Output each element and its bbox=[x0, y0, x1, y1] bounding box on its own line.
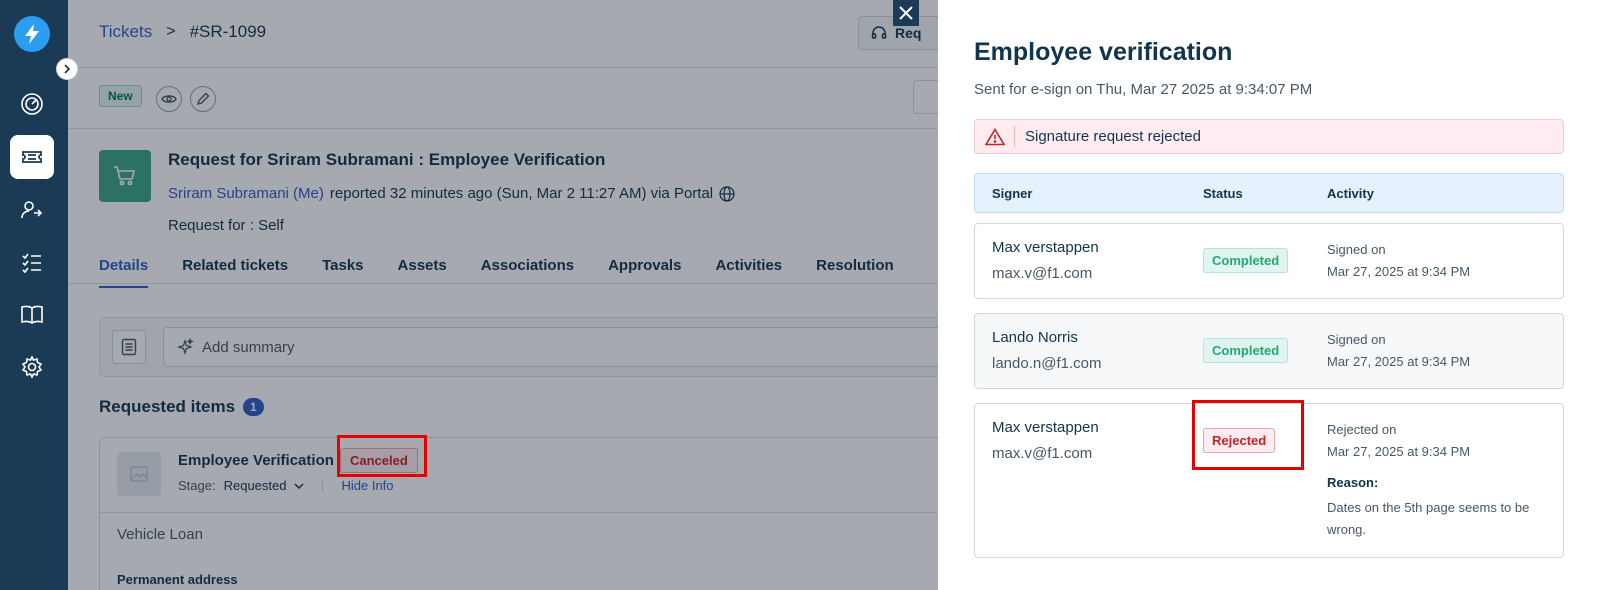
activity-label: Signed on bbox=[1327, 332, 1386, 347]
book-icon[interactable] bbox=[10, 292, 54, 336]
table-row: Max verstappen max.v@f1.com Completed Si… bbox=[974, 223, 1564, 299]
drawer-subtitle: Sent for e-sign on Thu, Mar 27 2025 at 9… bbox=[974, 81, 1313, 98]
dashboard-icon[interactable] bbox=[10, 82, 54, 126]
signer-email: lando.n@f1.com bbox=[992, 355, 1102, 372]
column-activity: Activity bbox=[1327, 186, 1374, 201]
close-icon[interactable] bbox=[893, 0, 919, 26]
column-status: Status bbox=[1203, 186, 1243, 201]
signers-table-header: Signer Status Activity bbox=[974, 173, 1564, 213]
signer-name: Max verstappen bbox=[992, 239, 1099, 256]
activity-date: Mar 27, 2025 at 9:34 PM bbox=[1327, 354, 1471, 369]
signer-name: Max verstappen bbox=[992, 419, 1099, 436]
left-sidebar bbox=[0, 0, 68, 590]
reason-text: Dates on the 5th page seems to be wrong. bbox=[1327, 500, 1530, 537]
chevron-right-icon bbox=[64, 64, 71, 74]
activity-label: Signed on bbox=[1327, 242, 1386, 257]
modal-backdrop[interactable] bbox=[68, 0, 938, 590]
gear-icon[interactable] bbox=[10, 345, 54, 389]
signer-email: max.v@f1.com bbox=[992, 445, 1093, 462]
activity-label: Rejected on bbox=[1327, 422, 1397, 437]
status-badge: Completed bbox=[1203, 338, 1289, 363]
reason-label: Reason: bbox=[1327, 475, 1379, 490]
esign-drawer: Employee verification Sent for e-sign on… bbox=[938, 0, 1600, 590]
lightning-logo-icon[interactable] bbox=[14, 16, 50, 52]
checklist-icon[interactable] bbox=[10, 240, 54, 284]
activity-date: Mar 27, 2025 at 9:34 PM bbox=[1327, 444, 1471, 459]
drawer-title: Employee verification bbox=[974, 38, 1233, 66]
sidebar-expand-button[interactable] bbox=[56, 58, 78, 80]
signer-email: max.v@f1.com bbox=[992, 265, 1093, 282]
column-signer: Signer bbox=[992, 186, 1033, 201]
table-row: Lando Norris lando.n@f1.com Completed Si… bbox=[974, 313, 1564, 389]
warning-icon bbox=[975, 126, 1015, 147]
activity-date: Mar 27, 2025 at 9:34 PM bbox=[1327, 264, 1471, 279]
status-badge: Completed bbox=[1203, 248, 1289, 273]
ticket-icon[interactable] bbox=[10, 135, 54, 179]
people-swap-icon[interactable] bbox=[10, 188, 54, 232]
signer-name: Lando Norris bbox=[992, 329, 1078, 346]
highlight-box-canceled bbox=[337, 435, 427, 477]
highlight-box-rejected bbox=[1192, 400, 1304, 470]
rejection-alert: Signature request rejected bbox=[974, 119, 1564, 154]
alert-text: Signature request rejected bbox=[1025, 128, 1201, 145]
